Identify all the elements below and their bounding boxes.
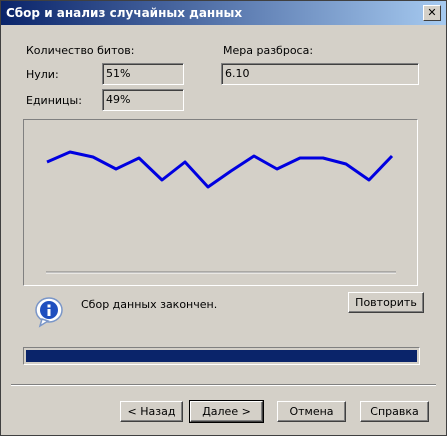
back-button[interactable]: < Назад bbox=[120, 401, 183, 422]
window-title: Сбор и анализ случайных данных bbox=[6, 6, 243, 20]
ones-label: Единицы: bbox=[26, 94, 82, 107]
zeros-field: 51% bbox=[102, 63, 184, 85]
wizard-window: Сбор и анализ случайных данных ✕ Количес… bbox=[0, 0, 447, 436]
ones-field: 49% bbox=[102, 89, 184, 111]
progress-bar bbox=[23, 347, 420, 365]
cancel-button[interactable]: Отмена bbox=[277, 401, 346, 422]
spread-field: 6.10 bbox=[221, 63, 419, 85]
spread-value: 6.10 bbox=[225, 67, 250, 80]
close-button[interactable]: ✕ bbox=[423, 5, 441, 21]
status-message: Сбор данных закончен. bbox=[81, 298, 218, 311]
close-icon: ✕ bbox=[427, 6, 437, 19]
bits-heading: Количество битов: bbox=[26, 44, 135, 57]
zeros-value: 51% bbox=[106, 67, 131, 80]
footer-separator bbox=[11, 384, 436, 386]
spread-heading: Мера разброса: bbox=[223, 44, 314, 57]
zeros-label: Нули: bbox=[26, 68, 59, 81]
ones-value: 49% bbox=[106, 93, 131, 106]
retry-button[interactable]: Повторить bbox=[348, 292, 424, 313]
info-icon bbox=[35, 297, 63, 328]
chart-series-line bbox=[46, 150, 394, 189]
next-button[interactable]: Далее > bbox=[189, 400, 264, 423]
chart-panel bbox=[23, 119, 418, 286]
data-chart bbox=[46, 150, 396, 274]
help-button[interactable]: Справка bbox=[360, 401, 429, 422]
title-bar[interactable]: Сбор и анализ случайных данных ✕ bbox=[1, 1, 446, 25]
progress-fill bbox=[26, 350, 417, 362]
